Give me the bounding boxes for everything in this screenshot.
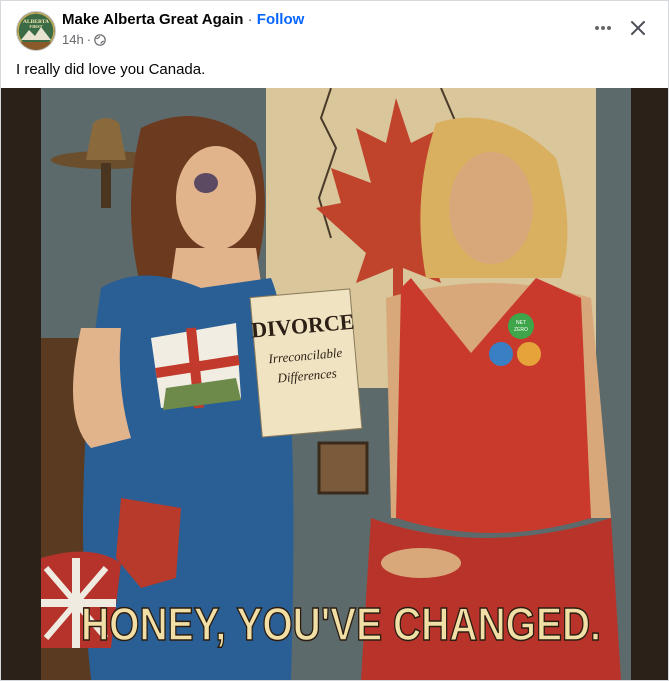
avatar-text-line2: FIRST <box>29 24 42 29</box>
follow-button[interactable]: Follow <box>257 11 305 28</box>
badge-text-line2: ZERO <box>514 327 528 333</box>
facebook-post: ALBERTA FIRST Make Alberta Great Again ·… <box>0 0 669 681</box>
close-button[interactable] <box>621 13 655 43</box>
un-badge <box>489 342 513 366</box>
post-image[interactable]: DIVORCE Irreconcilable Differences NET Z… <box>1 88 668 680</box>
post-header: ALBERTA FIRST Make Alberta Great Again ·… <box>1 1 668 91</box>
close-icon <box>631 21 645 35</box>
image-headline: HONEY, YOU'VE CHANGED. <box>81 598 601 650</box>
post-caption: I really did love you Canada. <box>16 61 206 78</box>
photo-frame <box>317 441 369 495</box>
pride-badge <box>517 342 541 366</box>
name-separator: · <box>247 11 253 28</box>
badge-text-line1: NET <box>516 320 526 326</box>
page-name-link[interactable]: Make Alberta Great Again <box>62 11 243 28</box>
post-timestamp[interactable]: 14h <box>62 32 84 47</box>
divorce-paper: DIVORCE Irreconcilable Differences <box>249 288 363 438</box>
page-name-row: Make Alberta Great Again · Follow <box>62 11 304 28</box>
page-avatar[interactable]: ALBERTA FIRST <box>16 11 56 51</box>
post-meta: 14h · <box>62 32 106 47</box>
globe-icon <box>94 33 106 46</box>
meta-separator: · <box>86 32 92 47</box>
more-options-icon <box>595 26 611 30</box>
net-zero-badge <box>508 313 534 339</box>
more-options-button[interactable] <box>586 13 620 43</box>
